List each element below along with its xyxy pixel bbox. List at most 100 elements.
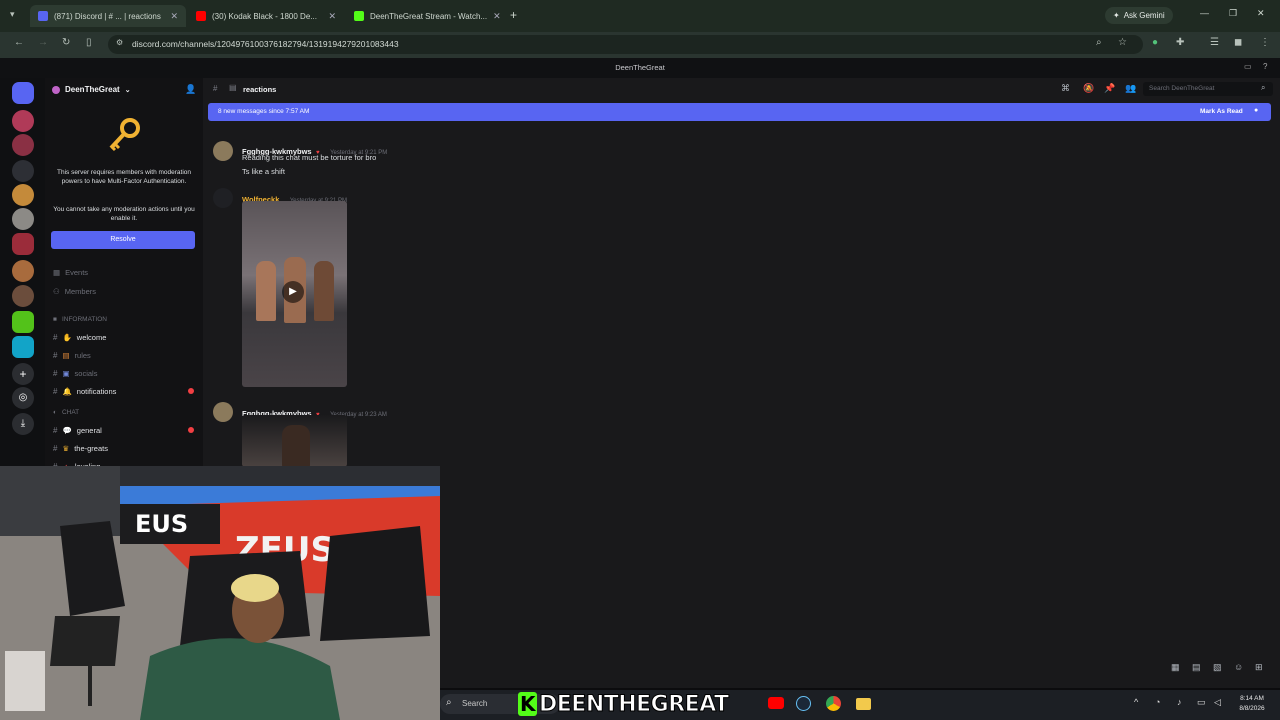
mic-icon[interactable]: ♪ [1177, 697, 1182, 707]
chrome-taskbar-icon[interactable] [826, 696, 841, 711]
youtube-taskbar-icon[interactable] [768, 697, 784, 709]
extensions-puzzle-icon[interactable]: ✚ [1176, 37, 1184, 48]
profile-icon[interactable]: ◼ [1234, 37, 1242, 48]
members-item[interactable]: ⚇ Members [53, 287, 96, 296]
discover-icon[interactable]: ◎ [12, 387, 34, 409]
channel-socials[interactable]: # ▣ socials [53, 369, 97, 378]
chat-bubble-icon: 💬 [62, 426, 72, 435]
display-icon[interactable]: ▭ [1197, 697, 1206, 708]
server-icon[interactable] [12, 184, 34, 206]
explorer-taskbar-icon[interactable] [856, 698, 871, 710]
server-icon[interactable] [12, 208, 34, 230]
server-icon[interactable] [12, 110, 34, 132]
events-label: Events [65, 268, 89, 277]
server-icon[interactable] [12, 285, 34, 307]
maximize-icon[interactable]: ❐ [1229, 8, 1237, 19]
play-icon[interactable]: ▶ [282, 281, 304, 303]
grid-icon[interactable]: ▦ [1171, 662, 1180, 673]
video-thumbnail-figure [314, 261, 334, 321]
channel-welcome[interactable]: # ✋ welcome [53, 333, 106, 342]
channel-rules[interactable]: # ▤ rules [53, 351, 91, 360]
notification-settings-icon[interactable]: 🔕 [1083, 83, 1094, 94]
avatar[interactable] [213, 188, 233, 208]
video-attachment[interactable]: ▶ [242, 201, 347, 387]
back-icon[interactable]: ← [14, 37, 24, 48]
new-tab-icon[interactable]: + [510, 8, 517, 22]
menu-icon[interactable]: ⋮ [1260, 37, 1270, 48]
forward-icon[interactable]: → [38, 37, 48, 48]
reload-icon[interactable]: ↻ [62, 37, 70, 48]
help-icon[interactable]: ? [1263, 62, 1267, 71]
mfa-key-icon [105, 116, 143, 154]
server-icon[interactable] [12, 134, 34, 156]
server-header[interactable]: DeenTheGreat ⌄ [52, 85, 131, 94]
ask-gemini-button[interactable]: ✦ Ask Gemini [1105, 7, 1173, 24]
tab-youtube[interactable]: (30) Kodak Black - 1800 De... ✕ [188, 5, 344, 27]
events-item[interactable]: ▦ Events [53, 268, 88, 277]
server-icon[interactable] [12, 311, 34, 333]
channel-sidebar: DeenTheGreat ⌄ 👤 This server requires me… [45, 78, 203, 478]
clock[interactable]: 8:14 AM 8/8/2026 [1230, 694, 1274, 714]
crown-icon: ♛ [62, 444, 70, 453]
volume-icon[interactable]: ◁ [1214, 697, 1221, 708]
steam-taskbar-icon[interactable] [796, 696, 811, 711]
new-messages-banner[interactable]: 8 new messages since 7:57 AM Mark As Rea… [208, 103, 1271, 121]
close-tab-icon[interactable]: ✕ [164, 11, 178, 22]
server-icon[interactable] [12, 336, 34, 358]
server-icon[interactable] [12, 260, 34, 282]
server-icon-active[interactable] [12, 233, 34, 255]
tray-chevron-icon[interactable]: ^ [1134, 697, 1138, 707]
channel-general[interactable]: # 💬 general [53, 426, 102, 435]
category-chat[interactable]: ◐ CHAT [53, 409, 79, 416]
message-text: Ts like a shift [242, 167, 285, 176]
media-icon[interactable]: ☰ [1210, 37, 1219, 48]
search-icon: ⌕ [446, 697, 452, 708]
avatar[interactable] [213, 402, 233, 422]
tab-kick[interactable]: DeenTheGreat Stream - Watch... ✕ [346, 5, 502, 27]
member-list-icon[interactable]: 👥 [1125, 83, 1136, 94]
unread-badge [188, 427, 194, 433]
tab-label: DeenTheGreat Stream - Watch... [370, 11, 488, 21]
pin-icon[interactable]: 📌 [1104, 83, 1115, 94]
sticker-icon[interactable]: ▧ [1213, 662, 1222, 673]
wave-icon: ✋ [62, 333, 72, 342]
channel-label: rules [74, 351, 91, 360]
site-info-icon[interactable]: ⚙ [116, 38, 123, 47]
extension-icon[interactable]: ● [1152, 37, 1158, 48]
inbox-icon[interactable]: ▭ [1244, 62, 1252, 71]
apps-icon[interactable]: ⊞ [1255, 662, 1263, 673]
channel-the-greats[interactable]: # ♛ the-greats [53, 444, 108, 453]
hash-icon: # [53, 351, 58, 360]
resolve-button[interactable]: Resolve [51, 231, 195, 249]
tab-list-icon[interactable]: ▾ [10, 9, 15, 20]
svg-text:EUS: EUS [135, 510, 188, 538]
download-icon[interactable]: ⤓ [12, 413, 34, 435]
server-icon[interactable] [12, 160, 34, 182]
minimize-icon[interactable]: — [1200, 8, 1209, 18]
kick-logo-icon: K [518, 692, 537, 716]
add-server-icon[interactable]: + [12, 363, 34, 385]
server-name: DeenTheGreat [65, 85, 120, 94]
close-tab-icon[interactable]: ✕ [487, 11, 501, 22]
sidebar-toggle-icon[interactable]: ▯ [86, 37, 92, 48]
category-information[interactable]: ■ INFORMATION [53, 316, 107, 323]
tab-discord[interactable]: (871) Discord | # ... | reactions ✕ [30, 5, 186, 27]
invite-icon[interactable]: 👤 [185, 84, 196, 95]
home-server-icon[interactable] [12, 82, 34, 104]
close-window-icon[interactable]: ✕ [1257, 8, 1265, 19]
gemini-icon: ✦ [1113, 11, 1120, 20]
avatar[interactable] [213, 141, 233, 161]
threads-icon[interactable]: ⌘ [1061, 83, 1070, 94]
mfa-notice: This server requires members with modera… [56, 169, 192, 185]
omnibox[interactable]: ⚙ discord.com/channels/12049761003761827… [108, 35, 1143, 54]
network-icon[interactable]: ◔ [1155, 697, 1160, 707]
mark-as-read-button[interactable]: Mark As Read [1200, 108, 1243, 115]
close-tab-icon[interactable]: ✕ [322, 11, 336, 22]
image-attachment[interactable] [242, 415, 347, 467]
search-box[interactable]: Search DeenTheGreat ⌕ [1143, 82, 1273, 96]
gif-icon[interactable]: ▤ [1192, 662, 1201, 673]
zoom-icon[interactable]: ⌕ [1096, 37, 1102, 48]
emoji-icon[interactable]: ☺ [1234, 662, 1243, 672]
channel-notifications[interactable]: # 🔔 notifications [53, 387, 116, 396]
bookmark-star-icon[interactable]: ☆ [1118, 37, 1127, 48]
